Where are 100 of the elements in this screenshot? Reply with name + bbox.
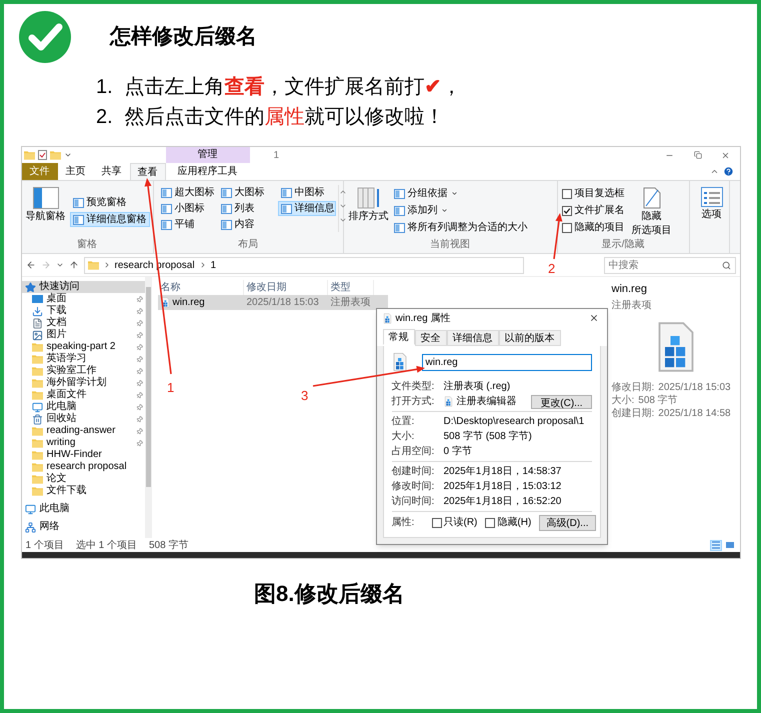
- ribbon-button[interactable]: 列表: [218, 201, 276, 216]
- folder-icon: [24, 150, 34, 160]
- ribbon-button[interactable]: 内容: [218, 217, 276, 232]
- search-field[interactable]: 中搜索: [604, 256, 736, 274]
- sidebar-item[interactable]: 文档: [22, 317, 144, 329]
- property-label: 大小:: [392, 430, 416, 444]
- checkbox-label: 项目复选框: [574, 186, 624, 201]
- ribbon-button[interactable]: 详细信息: [278, 201, 336, 216]
- step-number: 1.: [96, 75, 113, 100]
- ribbon-button[interactable]: 预览窗格: [70, 195, 150, 210]
- sidebar-item[interactable]: 英语学习: [22, 353, 144, 365]
- pane-layout-icon: [32, 187, 58, 209]
- ribbon-button[interactable]: 小图标: [158, 201, 216, 216]
- sidebar-item[interactable]: research proposal: [22, 461, 144, 473]
- recent-locations-button[interactable]: [56, 261, 64, 269]
- checkbox[interactable]: [562, 206, 572, 216]
- ribbon-button[interactable]: 详细信息窗格: [70, 212, 150, 227]
- sidebar-item[interactable]: 下载: [22, 305, 144, 317]
- help-icon[interactable]: [722, 166, 734, 177]
- sidebar-item[interactable]: 此电脑: [22, 503, 144, 515]
- ribbon-button[interactable]: 中图标: [278, 185, 336, 200]
- view-icon: [220, 188, 232, 198]
- sidebar-item[interactable]: 图片: [22, 329, 144, 341]
- folder-icon: [32, 486, 42, 496]
- checkbox[interactable]: [485, 518, 496, 528]
- sidebar-item[interactable]: 网络: [22, 521, 144, 533]
- sidebar-item[interactable]: 论文: [22, 473, 144, 485]
- table-cell-text: win.reg: [172, 296, 205, 310]
- folder-icon: [32, 450, 42, 460]
- ribbon-button[interactable]: 分组依据: [394, 186, 528, 201]
- details-label: 修改日期:: [612, 380, 654, 394]
- monitor-icon: [32, 402, 42, 412]
- details-view-button[interactable]: [710, 540, 722, 550]
- network-icon: [24, 522, 36, 532]
- close-icon: [721, 150, 730, 160]
- sidebar-item[interactable]: 海外留学计划: [22, 377, 144, 389]
- file-row[interactable]: win.reg 2025/1/18 15:03 注册表项: [158, 295, 388, 310]
- ribbon-button[interactable]: 将所有列调整为合适的大小: [394, 220, 528, 235]
- property-value: 注册表编辑器: [456, 394, 516, 409]
- pin-icon: [134, 414, 144, 424]
- checkbox[interactable]: [432, 518, 442, 528]
- ribbon-button[interactable]: 超大图标: [158, 185, 216, 200]
- sidebar-item[interactable]: 桌面文件: [22, 389, 144, 401]
- sidebar-item[interactable]: 桌面: [22, 293, 144, 305]
- figure-caption: 图8.修改后缀名: [253, 580, 406, 608]
- folder-icon: [32, 438, 42, 448]
- ribbon-button[interactable]: 大图标: [218, 185, 276, 200]
- ribbon-tab[interactable]: 查看: [130, 163, 166, 180]
- dialog-tab[interactable]: 以前的版本: [498, 330, 560, 346]
- change-button[interactable]: 更改(C)...: [531, 394, 592, 408]
- checkbox[interactable]: [562, 222, 572, 232]
- details-file-name: win.reg: [612, 282, 648, 297]
- checkbox[interactable]: [562, 188, 572, 198]
- ribbon-tab[interactable]: 文件: [22, 163, 58, 180]
- sidebar-item[interactable]: reading-answer: [22, 425, 144, 437]
- folder-icon: [32, 378, 42, 388]
- ribbon-tab[interactable]: 共享: [94, 163, 130, 180]
- folder-icon: [50, 150, 60, 160]
- large-icons-view-button[interactable]: [724, 540, 736, 550]
- sidebar-item[interactable]: 回收站: [22, 413, 144, 425]
- folder-icon: [32, 426, 42, 436]
- cube-file-icon: [392, 352, 408, 372]
- cube-file-icon: [444, 396, 452, 407]
- sidebar-item[interactable]: speaking-part 2: [22, 341, 144, 353]
- sidebar-item[interactable]: writing: [22, 437, 144, 449]
- property-label: 文件类型:: [392, 380, 436, 394]
- pin-icon: [134, 354, 144, 364]
- sidebar-item[interactable]: 此电脑: [22, 401, 144, 413]
- ribbon-large-button[interactable]: 隐藏 所选项目: [628, 185, 674, 237]
- dialog-tab[interactable]: 详细信息: [446, 330, 498, 346]
- up-button[interactable]: [68, 260, 78, 270]
- checkbox-label: 隐藏(H): [497, 516, 532, 530]
- ribbon-large-button[interactable]: 导航窗格: [26, 185, 66, 227]
- file-name-field[interactable]: win.reg: [422, 354, 592, 370]
- ribbon-button[interactable]: 添加列: [394, 203, 528, 218]
- ribbon-tab[interactable]: 应用程序工具: [166, 163, 250, 180]
- monitor-icon: [24, 504, 36, 514]
- dialog-tab[interactable]: 安全: [414, 330, 446, 346]
- check-circle-icon: [18, 10, 72, 64]
- ribbon-large-button[interactable]: 排序方式: [348, 185, 390, 235]
- back-button[interactable]: [26, 260, 36, 270]
- sidebar-item[interactable]: HHW-Finder: [22, 449, 144, 461]
- ribbon-large-button[interactable]: 选项: [694, 185, 730, 221]
- property-label: 创建时间:: [392, 464, 436, 479]
- view-icon: [160, 188, 172, 198]
- table-cell: 2025/1/18 15:03: [246, 297, 319, 308]
- sidebar-item[interactable]: 实验室工作: [22, 365, 144, 377]
- pane-icon: [72, 198, 84, 208]
- dialog-tab[interactable]: 常规: [382, 329, 414, 345]
- sidebar-item[interactable]: 文件下载: [22, 485, 144, 497]
- pin-icon: [134, 366, 144, 376]
- ribbon-group-label: 布局: [238, 239, 258, 251]
- ribbon-button[interactable]: 平铺: [158, 217, 216, 232]
- ribbon-tab[interactable]: 主页: [58, 163, 94, 180]
- collapse-ribbon-icon: [710, 167, 718, 176]
- details-label: 大小:: [612, 394, 634, 406]
- pin-icon: [134, 330, 144, 340]
- advanced-button[interactable]: 高级(D)...: [539, 514, 596, 530]
- sidebar-item[interactable]: 快速访问: [22, 281, 144, 293]
- breadcrumb[interactable]: 1: [210, 258, 216, 272]
